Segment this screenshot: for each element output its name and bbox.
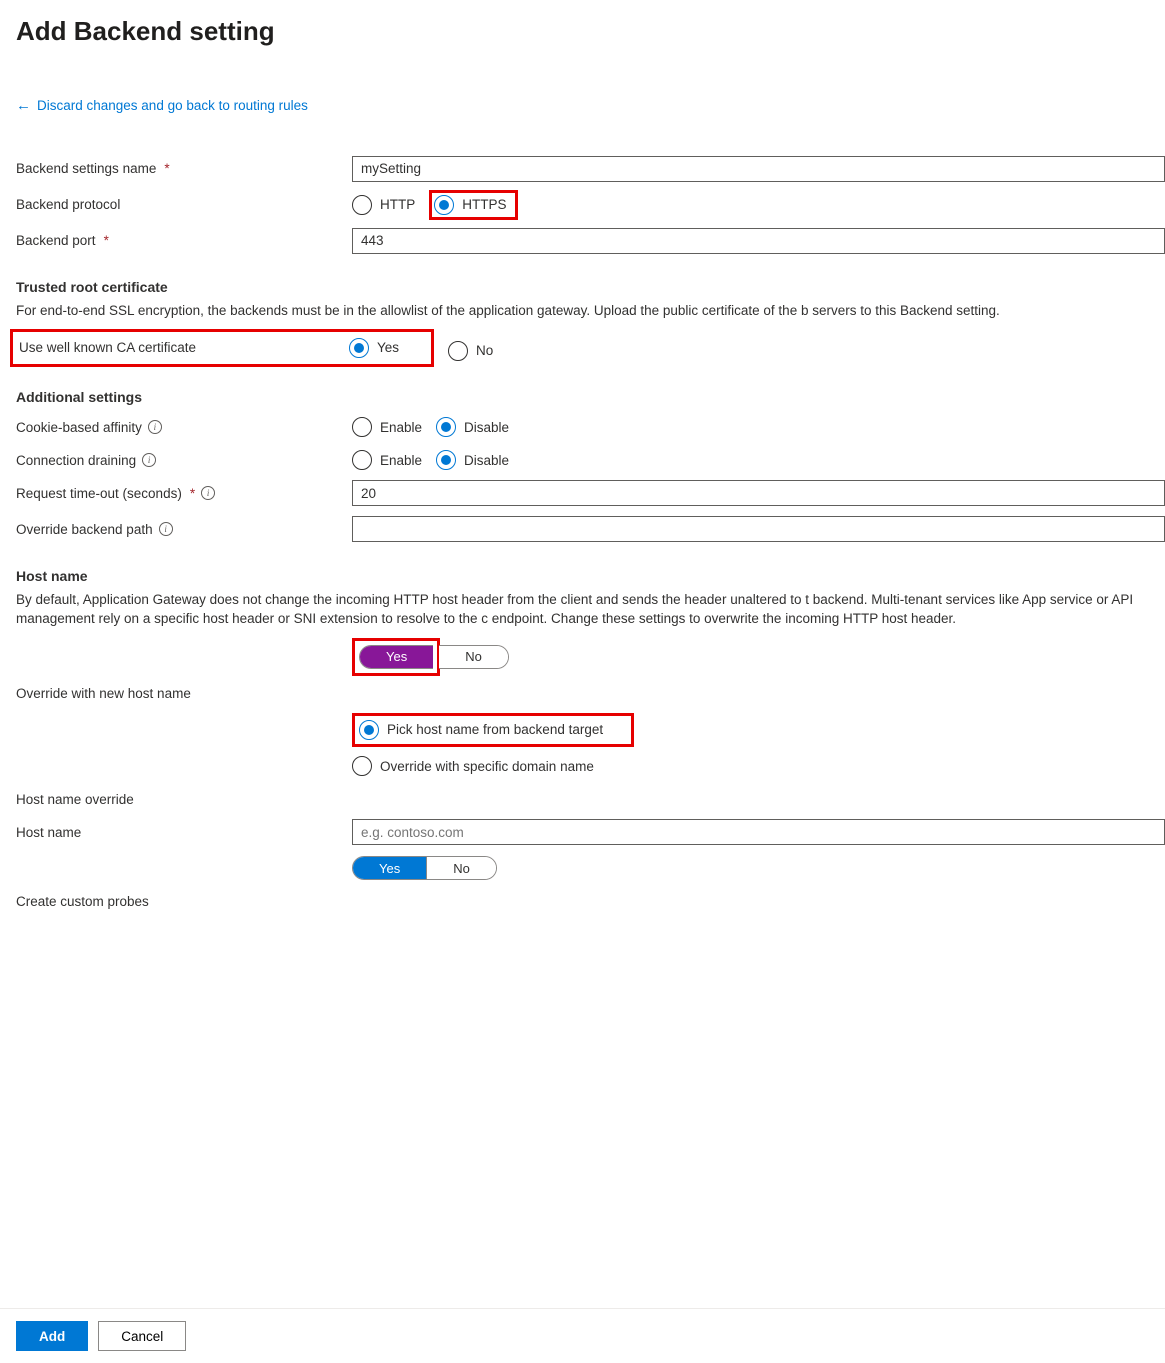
probes-toggle[interactable]: Yes No: [352, 856, 497, 880]
trusted-title: Trusted root certificate: [16, 279, 1165, 295]
port-label: Backend port*: [16, 233, 352, 248]
probes-no[interactable]: No: [426, 857, 496, 879]
settings-name-label: Backend settings name*: [16, 161, 352, 176]
override-yes[interactable]: Yes: [360, 646, 433, 668]
info-icon[interactable]: i: [159, 522, 173, 536]
back-link[interactable]: ← Discard changes and go back to routing…: [16, 97, 308, 114]
trusted-desc: For end-to-end SSL encryption, the backe…: [16, 301, 1165, 321]
settings-name-input[interactable]: [352, 156, 1165, 182]
ca-yes-radio[interactable]: Yes: [349, 338, 399, 358]
back-link-text: Discard changes and go back to routing r…: [37, 98, 308, 113]
hostname-title: Host name: [16, 568, 1165, 584]
highlight-pick-option: Pick host name from backend target: [352, 713, 634, 747]
pick-host-radio[interactable]: Pick host name from backend target: [359, 720, 603, 740]
cookie-enable-radio[interactable]: Enable: [352, 417, 422, 437]
arrow-left-icon: ←: [16, 97, 31, 114]
ca-no-radio[interactable]: No: [448, 341, 493, 361]
add-button[interactable]: Add: [16, 1321, 88, 1351]
info-icon[interactable]: i: [142, 453, 156, 467]
hostname-desc: By default, Application Gateway does not…: [16, 590, 1165, 629]
additional-title: Additional settings: [16, 389, 1165, 405]
port-input[interactable]: [352, 228, 1165, 254]
cookie-label: Cookie-based affinity i: [16, 420, 352, 435]
protocol-http-radio[interactable]: HTTP: [352, 195, 415, 215]
highlight-override-toggle: Yes: [352, 638, 440, 676]
override-path-input[interactable]: [352, 516, 1165, 542]
drain-enable-radio[interactable]: Enable: [352, 450, 422, 470]
drain-disable-radio[interactable]: Disable: [436, 450, 509, 470]
host-input: [352, 819, 1165, 845]
page-title: Add Backend setting: [16, 16, 1165, 47]
protocol-label: Backend protocol: [16, 197, 352, 212]
ca-label: Use well known CA certificate: [19, 340, 349, 355]
protocol-https-radio[interactable]: HTTPS: [434, 195, 506, 215]
info-icon[interactable]: i: [148, 420, 162, 434]
override-path-label: Override backend path i: [16, 522, 352, 537]
cancel-button[interactable]: Cancel: [98, 1321, 186, 1351]
specific-host-radio[interactable]: Override with specific domain name: [352, 756, 594, 776]
highlight-https: HTTPS: [429, 190, 517, 220]
probes-yes[interactable]: Yes: [353, 857, 426, 879]
override-newhost-label: Override with new host name: [16, 686, 352, 701]
host-override-label: Host name override: [16, 792, 352, 807]
probes-label: Create custom probes: [16, 894, 352, 909]
info-icon[interactable]: i: [201, 486, 215, 500]
timeout-label: Request time-out (seconds)* i: [16, 486, 352, 501]
highlight-ca-row: Use well known CA certificate Yes: [10, 329, 434, 367]
override-toggle[interactable]: Yes: [359, 645, 433, 669]
drain-label: Connection draining i: [16, 453, 352, 468]
host-label: Host name: [16, 825, 352, 840]
footer: Add Cancel: [0, 1308, 1165, 1363]
timeout-input[interactable]: [352, 480, 1165, 506]
override-no[interactable]: No: [439, 646, 508, 668]
cookie-disable-radio[interactable]: Disable: [436, 417, 509, 437]
